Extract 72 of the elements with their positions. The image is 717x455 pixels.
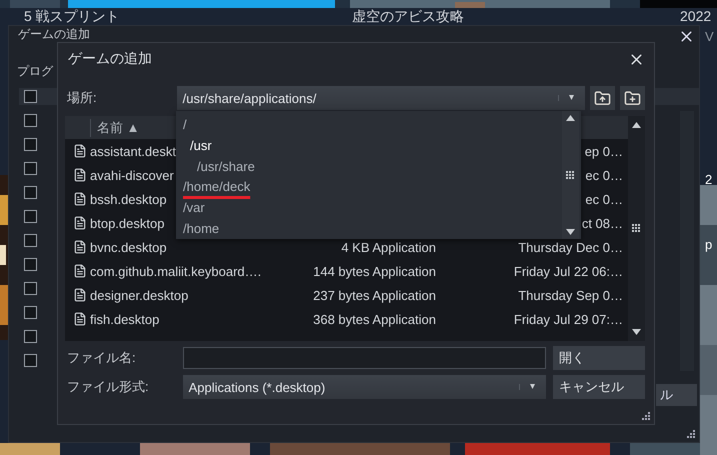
checkbox[interactable]: [24, 210, 37, 223]
scrollbar[interactable]: [628, 116, 645, 341]
background-text: 2: [705, 172, 714, 187]
path-option[interactable]: /var: [176, 197, 562, 218]
checkbox[interactable]: [24, 282, 37, 295]
checkbox[interactable]: [24, 138, 37, 151]
path-option[interactable]: /usr: [176, 134, 562, 156]
game-title: 2022: [680, 8, 712, 26]
folder-up-button[interactable]: [590, 86, 616, 110]
file-date: Thursday Dec 0…: [518, 240, 623, 254]
file-name[interactable]: designer.desktop: [90, 288, 290, 302]
checkbox[interactable]: [24, 234, 37, 247]
filetype-combo[interactable]: Applications (*.desktop): [182, 375, 546, 399]
file-size: 237 bytes Application: [312, 288, 436, 302]
checkbox[interactable]: [24, 186, 37, 199]
dialog-title: ゲームの追加: [68, 50, 152, 68]
file-date: ec 0…: [585, 168, 623, 182]
game-title: 5 戦スプリント: [24, 8, 121, 26]
file-date: Thursday Sep 0…: [518, 288, 623, 302]
open-button[interactable]: 開く: [553, 346, 645, 370]
file-icon: [73, 144, 87, 158]
checkbox[interactable]: [24, 162, 37, 175]
scroll-down-icon[interactable]: [632, 329, 641, 335]
checkbox[interactable]: [24, 258, 37, 271]
section-label: プログ: [17, 63, 53, 80]
file-size: 4 KB Application: [340, 240, 436, 254]
location-label: 場所:: [66, 89, 98, 107]
file-icon: [73, 216, 87, 230]
file-date: ep 0…: [584, 144, 623, 158]
file-size: 368 bytes Application: [312, 312, 436, 326]
scrollbar[interactable]: [562, 111, 579, 239]
resize-grip-icon[interactable]: [687, 430, 696, 439]
file-date: Friday Jul 29 07:…: [514, 312, 623, 326]
scroll-handle-icon[interactable]: [566, 170, 575, 180]
path-option[interactable]: /usr/share: [176, 156, 562, 176]
checkbox[interactable]: [24, 90, 37, 103]
file-name[interactable]: fish.desktop: [90, 312, 290, 326]
checkbox[interactable]: [24, 330, 37, 343]
file-icon: [73, 288, 87, 302]
scroll-up-icon[interactable]: [566, 115, 575, 121]
new-folder-button[interactable]: [620, 86, 645, 110]
game-title: 虚空のアビス攻略: [352, 8, 465, 26]
scroll-down-icon[interactable]: [566, 229, 575, 235]
file-name[interactable]: com.github.maliit.keyboard….: [90, 264, 290, 278]
column-header[interactable]: 名前 ▲: [90, 118, 140, 136]
filename-field[interactable]: [182, 347, 546, 369]
file-size: 144 bytes Application: [312, 264, 436, 278]
resize-grip-icon[interactable]: [642, 412, 651, 421]
path-option[interactable]: /home: [176, 218, 562, 239]
file-icon: [73, 312, 87, 326]
cancel-button[interactable]: ル: [656, 384, 697, 406]
file-icon: [73, 192, 87, 206]
checkbox[interactable]: [24, 114, 37, 127]
path-option[interactable]: /home/deck: [176, 176, 562, 198]
window-title: ゲームの追加: [18, 27, 90, 42]
file-icon: [73, 168, 87, 182]
file-date: Friday Jul 22 06:…: [514, 264, 623, 278]
scroll-up-icon[interactable]: [632, 122, 641, 128]
cancel-button[interactable]: キャンセル: [553, 375, 645, 399]
file-icon: [73, 264, 87, 278]
background-text: V: [705, 29, 714, 44]
checkbox[interactable]: [24, 306, 37, 319]
scroll-handle-icon[interactable]: [632, 224, 641, 233]
location-combo[interactable]: /usr/share/applications/: [176, 86, 586, 110]
filename-label: ファイル名:: [66, 349, 137, 367]
file-icon: [73, 240, 87, 254]
path-option[interactable]: /: [176, 114, 562, 135]
file-date: ct 08…: [582, 216, 623, 230]
file-date: ec 0…: [585, 192, 623, 206]
checkbox[interactable]: [24, 354, 37, 367]
file-name[interactable]: bvnc.desktop: [90, 240, 290, 254]
filetype-label: ファイル形式:: [66, 378, 150, 396]
